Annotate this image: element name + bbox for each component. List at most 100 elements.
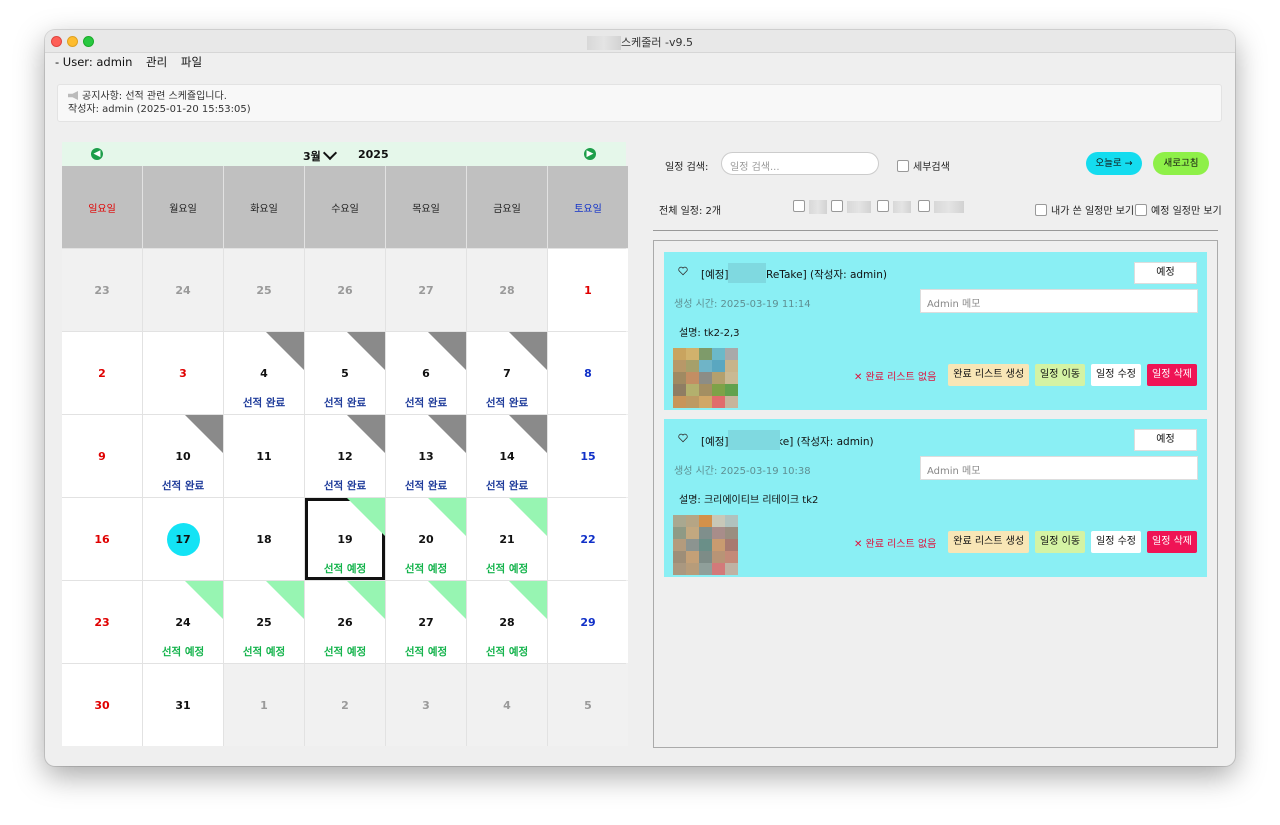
status-badge[interactable]: 예정 <box>1134 429 1197 451</box>
event-label[interactable]: 선적 예정 <box>467 644 547 659</box>
day-cell[interactable]: 3 <box>386 664 466 746</box>
day-cell[interactable]: 11 <box>224 415 304 497</box>
heart-icon[interactable] <box>678 433 688 443</box>
menu-manage[interactable]: 관리 <box>146 55 167 69</box>
day-cell[interactable]: 21 선적 예정 <box>467 498 547 580</box>
day-cell[interactable]: 1 <box>224 664 304 746</box>
delete-schedule-button[interactable]: 일정 삭제 <box>1147 531 1197 553</box>
event-label[interactable]: 선적 완료 <box>386 478 466 493</box>
event-label[interactable]: 선적 완료 <box>224 395 304 410</box>
event-label[interactable]: 선적 예정 <box>143 644 223 659</box>
day-cell[interactable]: 9 <box>62 415 142 497</box>
event-label[interactable]: 선적 예정 <box>386 561 466 576</box>
status-badge[interactable]: 예정 <box>1134 262 1197 284</box>
create-complete-list-button[interactable]: 완료 리스트 생성 <box>948 364 1030 386</box>
move-schedule-button[interactable]: 일정 이동 <box>1035 531 1086 553</box>
day-cell[interactable]: 30 <box>62 664 142 746</box>
day-cell[interactable]: 20 선적 예정 <box>386 498 466 580</box>
day-cell[interactable]: 7 선적 완료 <box>467 332 547 414</box>
create-complete-list-button[interactable]: 완료 리스트 생성 <box>948 531 1030 553</box>
today-button[interactable]: 오늘로 → <box>1086 152 1142 175</box>
day-cell-today[interactable]: 17 <box>143 498 223 580</box>
day-cell[interactable]: 4 <box>467 664 547 746</box>
event-label[interactable]: 선적 예정 <box>224 644 304 659</box>
prev-month-icon[interactable]: ◀ <box>91 148 103 160</box>
day-cell[interactable]: 26 <box>305 249 385 331</box>
day-cell[interactable]: 10 선적 완료 <box>143 415 223 497</box>
notice-author: 작성자: admin (2025-01-20 15:53:05) <box>68 104 251 115</box>
day-cell[interactable]: 28 선적 예정 <box>467 581 547 663</box>
day-number: 22 <box>580 533 596 546</box>
day-cell[interactable]: 13 선적 완료 <box>386 415 466 497</box>
event-label[interactable]: 선적 완료 <box>305 395 385 410</box>
day-cell[interactable]: 29 <box>548 581 628 663</box>
schedule-marker <box>266 581 304 619</box>
schedule-panel: 일정 검색: 일정 검색... 세부검색 오늘로 → 새로고침 전체 일정: 2… <box>645 142 1225 762</box>
chevron-down-icon[interactable] <box>322 145 338 161</box>
day-cell[interactable]: 4 선적 완료 <box>224 332 304 414</box>
menu-user[interactable]: - User: admin <box>55 55 132 69</box>
day-cell[interactable]: 18 <box>224 498 304 580</box>
filter-checkbox[interactable] <box>877 200 911 213</box>
day-cell[interactable]: 15 <box>548 415 628 497</box>
thumbnail-image[interactable] <box>673 515 738 575</box>
event-label[interactable]: 선적 완료 <box>143 478 223 493</box>
event-label[interactable]: 선적 예정 <box>305 644 385 659</box>
mine-only-toggle[interactable]: 내가 쓴 일정만 보기 <box>1035 202 1134 217</box>
edit-schedule-button[interactable]: 일정 수정 <box>1091 531 1142 553</box>
day-cell[interactable]: 25 <box>224 249 304 331</box>
day-cell[interactable]: 23 <box>62 249 142 331</box>
thumbnail-image[interactable] <box>673 348 738 408</box>
month-label[interactable]: 3월 <box>303 148 321 164</box>
day-cell[interactable]: 28 <box>467 249 547 331</box>
day-cell[interactable]: 24 <box>143 249 223 331</box>
day-cell[interactable]: 26 선적 예정 <box>305 581 385 663</box>
refresh-button[interactable]: 새로고침 <box>1153 152 1209 175</box>
window-title: 스케줄러 -v9.5 <box>45 34 1235 50</box>
day-cell[interactable]: 14 선적 완료 <box>467 415 547 497</box>
event-label[interactable]: 선적 예정 <box>305 561 385 576</box>
filter-checkbox[interactable] <box>918 200 964 213</box>
day-cell[interactable]: 12 선적 완료 <box>305 415 385 497</box>
day-cell[interactable]: 31 <box>143 664 223 746</box>
schedule-description: 설명: 크리에이티브 리테이크 tk2 <box>679 495 819 506</box>
day-cell[interactable]: 3 <box>143 332 223 414</box>
day-cell[interactable]: 25 선적 예정 <box>224 581 304 663</box>
edit-schedule-button[interactable]: 일정 수정 <box>1091 364 1142 386</box>
day-cell[interactable]: 22 <box>548 498 628 580</box>
day-cell[interactable]: 5 선적 완료 <box>305 332 385 414</box>
event-label[interactable]: 선적 완료 <box>386 395 466 410</box>
event-label[interactable]: 선적 완료 <box>467 478 547 493</box>
planned-only-toggle[interactable]: 예정 일정만 보기 <box>1135 202 1222 217</box>
year-label[interactable]: 2025 <box>358 148 389 161</box>
filter-checkbox[interactable] <box>793 200 827 214</box>
day-number: 5 <box>341 367 349 380</box>
day-cell-selected[interactable]: 19 선적 예정 <box>305 498 385 580</box>
search-input[interactable]: 일정 검색... <box>721 152 879 175</box>
heart-icon[interactable] <box>678 266 688 276</box>
day-cell[interactable]: 23 <box>62 581 142 663</box>
event-label[interactable]: 선적 완료 <box>305 478 385 493</box>
day-cell[interactable]: 1 <box>548 249 628 331</box>
day-cell[interactable]: 2 <box>305 664 385 746</box>
admin-memo-input[interactable]: Admin 메모 <box>920 289 1198 313</box>
day-cell[interactable]: 27 <box>386 249 466 331</box>
event-label[interactable]: 선적 완료 <box>467 395 547 410</box>
next-month-icon[interactable]: ▶ <box>584 148 596 160</box>
checkbox-icon[interactable] <box>897 160 909 172</box>
filter-checkbox[interactable] <box>831 200 871 213</box>
delete-schedule-button[interactable]: 일정 삭제 <box>1147 364 1197 386</box>
menu-file[interactable]: 파일 <box>181 55 202 69</box>
day-cell[interactable]: 8 <box>548 332 628 414</box>
admin-memo-input[interactable]: Admin 메모 <box>920 456 1198 480</box>
event-label[interactable]: 선적 예정 <box>467 561 547 576</box>
move-schedule-button[interactable]: 일정 이동 <box>1035 364 1086 386</box>
day-cell[interactable]: 16 <box>62 498 142 580</box>
event-label[interactable]: 선적 예정 <box>386 644 466 659</box>
day-cell[interactable]: 6 선적 완료 <box>386 332 466 414</box>
day-cell[interactable]: 24 선적 예정 <box>143 581 223 663</box>
day-cell[interactable]: 5 <box>548 664 628 746</box>
day-cell[interactable]: 27 선적 예정 <box>386 581 466 663</box>
day-cell[interactable]: 2 <box>62 332 142 414</box>
detail-search-toggle[interactable]: 세부검색 <box>897 158 950 173</box>
